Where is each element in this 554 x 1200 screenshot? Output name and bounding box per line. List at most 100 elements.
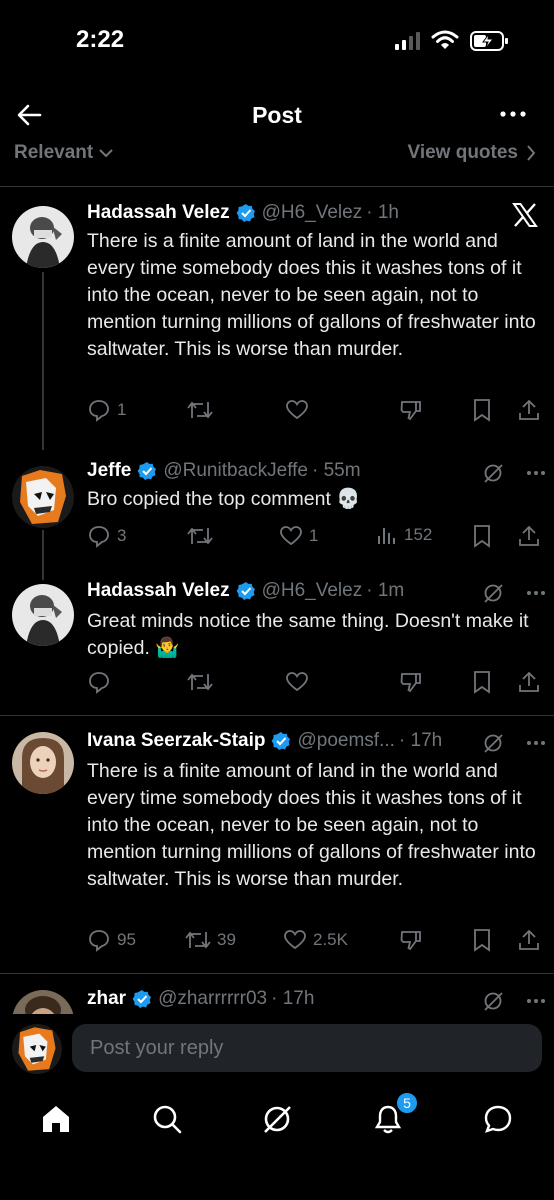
views-chart-icon: [378, 528, 395, 544]
avatar[interactable]: [12, 206, 74, 268]
search-icon: [153, 1105, 182, 1134]
avatar[interactable]: [12, 732, 74, 794]
wifi-icon: [431, 30, 459, 49]
reply-input[interactable]: Post your reply: [72, 1024, 542, 1072]
share-button[interactable]: [517, 524, 541, 548]
timestamp: · 55m: [311, 460, 361, 481]
repost-icon: [187, 527, 213, 545]
verified-badge-icon: [236, 581, 256, 601]
views-button[interactable]: 152: [376, 524, 432, 546]
handle[interactable]: @poemsf...: [297, 730, 394, 752]
like-button[interactable]: [285, 398, 309, 422]
tab-grok[interactable]: [257, 1099, 297, 1139]
post-text: Bro copied the top comment 💀: [87, 488, 361, 510]
sort-label: Relevant: [14, 142, 94, 163]
post-header: zhar @zharrrrrr03 · 17h: [87, 988, 314, 1010]
handle[interactable]: @H6_Velez: [262, 580, 363, 602]
heart-icon: [286, 672, 308, 692]
reply-post[interactable]: Hadassah Velez @H6_Velez · 1m Great mind…: [0, 574, 554, 714]
post-text: Great minds notice the same thing. Doesn…: [87, 610, 529, 659]
x-logo-icon: [512, 203, 538, 227]
more-options-icon[interactable]: [498, 104, 528, 124]
reply-post[interactable]: Jeffe @RunitbackJeffe · 55m Bro copied t…: [0, 456, 554, 574]
display-name[interactable]: zhar: [87, 988, 126, 1010]
timestamp: · 17h: [398, 730, 443, 751]
bottom-tab-bar: 5: [0, 1089, 554, 1200]
repost-button[interactable]: [187, 670, 213, 694]
handle[interactable]: @H6_Velez: [262, 202, 363, 224]
more-options-icon[interactable]: [526, 470, 546, 476]
post-text: There is a finite amount of land in the …: [87, 230, 536, 360]
header: Post Relevant View quotes: [0, 88, 554, 188]
post-header: Hadassah Velez @H6_Velez · 1h: [87, 202, 399, 224]
post-header-actions: [482, 582, 546, 604]
tab-search[interactable]: [147, 1099, 187, 1139]
reply-post[interactable]: Ivana Seerzak-Staip @poemsf... · 17h The…: [0, 718, 554, 972]
share-icon: [519, 525, 539, 546]
thumbs-down-icon: [400, 401, 421, 421]
avatar[interactable]: [12, 990, 74, 1014]
display-name[interactable]: Hadassah Velez: [87, 202, 230, 224]
post-header: Hadassah Velez @H6_Velez · 1m: [87, 580, 404, 602]
heart-icon: [280, 526, 302, 546]
reply-post[interactable]: Hadassah Velez @H6_Velez · 1h There is a…: [0, 196, 554, 456]
tab-home[interactable]: [36, 1099, 76, 1139]
display-name[interactable]: Ivana Seerzak-Staip: [87, 730, 265, 752]
sort-dropdown[interactable]: Relevant: [14, 142, 113, 164]
bookmark-icon: [474, 399, 490, 422]
bookmark-button[interactable]: [471, 670, 493, 694]
more-options-icon[interactable]: [526, 590, 546, 596]
bookmark-button[interactable]: [471, 524, 493, 548]
reply-count: 3: [117, 526, 127, 545]
heart-icon: [286, 400, 308, 420]
display-name[interactable]: Hadassah Velez: [87, 580, 230, 602]
bookmark-icon: [474, 929, 490, 952]
share-icon: [519, 671, 539, 692]
reply-button[interactable]: 95: [87, 928, 136, 952]
message-icon: [484, 1105, 512, 1133]
like-button[interactable]: 1: [279, 524, 318, 548]
view-quotes-link[interactable]: View quotes: [407, 142, 536, 164]
share-button[interactable]: [517, 928, 541, 952]
downvote-button[interactable]: [399, 928, 423, 952]
share-icon: [519, 929, 539, 950]
view-count: 152: [404, 525, 433, 544]
repost-button[interactable]: [187, 524, 213, 548]
share-button[interactable]: [517, 398, 541, 422]
action-bar: 3 1 152: [87, 524, 547, 554]
share-button[interactable]: [517, 670, 541, 694]
downvote-button[interactable]: [399, 670, 423, 694]
post-header: Jeffe @RunitbackJeffe · 55m: [87, 460, 361, 482]
handle[interactable]: @zharrrrrr03: [158, 988, 267, 1010]
avatar[interactable]: [12, 584, 74, 646]
bookmark-button[interactable]: [471, 928, 493, 952]
like-button[interactable]: [285, 670, 309, 694]
reply-post[interactable]: zhar @zharrrrrr03 · 17h: [0, 976, 554, 1014]
more-options-icon[interactable]: [526, 998, 546, 1004]
grok-icon[interactable]: [482, 732, 504, 754]
post-divider: [0, 715, 554, 716]
thumbs-down-icon: [400, 931, 421, 951]
more-options-icon[interactable]: [526, 740, 546, 746]
notification-badge: 5: [395, 1091, 419, 1115]
downvote-button[interactable]: [399, 398, 423, 422]
page-title: Post: [252, 102, 302, 128]
post-header-actions: [482, 732, 546, 754]
grok-icon[interactable]: [482, 582, 504, 604]
like-button[interactable]: 2.5K: [283, 928, 348, 952]
display-name[interactable]: Jeffe: [87, 460, 131, 482]
grok-icon[interactable]: [482, 990, 504, 1012]
grok-icon[interactable]: [482, 462, 504, 484]
reply-button[interactable]: [87, 670, 111, 694]
chevron-right-icon: [527, 145, 536, 161]
handle[interactable]: @RunitbackJeffe: [163, 460, 308, 482]
avatar[interactable]: [12, 466, 74, 528]
bookmark-button[interactable]: [471, 398, 493, 422]
repost-button[interactable]: [187, 398, 213, 422]
tab-messages[interactable]: [478, 1099, 518, 1139]
post-text: There is a finite amount of land in the …: [87, 760, 536, 890]
reply-button[interactable]: 3: [87, 524, 126, 548]
repost-count: 39: [217, 930, 236, 949]
repost-button[interactable]: 39: [185, 928, 236, 952]
reply-button[interactable]: 1: [87, 398, 126, 422]
